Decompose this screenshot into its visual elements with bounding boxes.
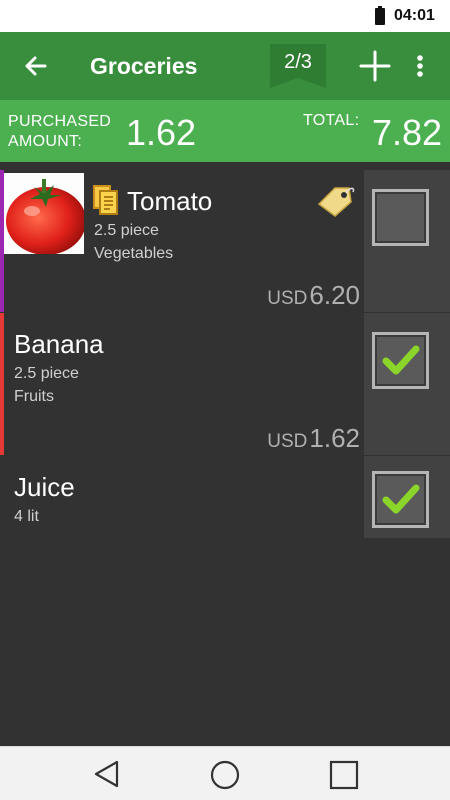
system-navigation-bar [0, 746, 450, 800]
item-quantity: 2.5 piece [14, 365, 79, 382]
item-quantity: 2.5 piece [94, 222, 159, 239]
list-item-tomato[interactable]: Tomato 2.5 piece Vegetables USD6.20 [0, 170, 450, 312]
nav-recents-icon[interactable] [329, 760, 359, 790]
status-bar: 04:01 [0, 0, 450, 32]
price-value: 6.20 [309, 280, 360, 310]
checkbox-cell [364, 313, 450, 455]
item-category: Fruits [14, 388, 54, 405]
total-value: 7.82 [372, 112, 443, 153]
add-item-icon[interactable] [357, 48, 393, 84]
battery-icon [375, 6, 385, 25]
item-category: Vegetables [94, 245, 174, 262]
purchased-checkbox[interactable] [372, 471, 429, 528]
nav-back-icon[interactable] [92, 759, 122, 789]
purchased-checkbox[interactable] [372, 332, 429, 389]
price-tag-icon[interactable] [315, 184, 355, 218]
price-currency: USD [267, 288, 308, 309]
list-item-banana[interactable]: Banana 2.5 piece Fruits USD1.62 [0, 313, 450, 455]
status-time: 04:01 [394, 7, 435, 24]
purchased-checkbox[interactable] [372, 189, 429, 246]
item-price: USD6.20 [267, 280, 360, 311]
page-indicator-badge[interactable]: 2/3 [270, 44, 326, 88]
item-quantity: 4 lit [14, 508, 39, 525]
checkbox-cell [364, 456, 450, 538]
tomato-image [4, 173, 84, 254]
totals-summary-bar: PURCHASED AMOUNT: 1.62 TOTAL: 7.82 [0, 100, 450, 162]
nav-home-icon[interactable] [209, 759, 241, 791]
purchased-amount-value: 1.62 [126, 112, 197, 153]
total-label: TOTAL: [303, 112, 360, 129]
checkbox-cell [364, 170, 450, 312]
item-name: Juice [14, 472, 75, 502]
item-name: Banana [14, 329, 104, 359]
list-title: Groceries [90, 53, 198, 79]
page-indicator-label: 2/3 [284, 51, 312, 73]
item-price: USD1.62 [267, 423, 360, 454]
price-currency: USD [267, 431, 308, 452]
check-mark-icon [382, 345, 420, 375]
category-color-stripe [0, 313, 4, 455]
app-toolbar: Groceries 2/3 [0, 32, 450, 100]
check-mark-icon [382, 484, 420, 514]
back-arrow-icon[interactable] [18, 48, 54, 84]
price-value: 1.62 [309, 423, 360, 453]
item-name: Tomato [127, 186, 213, 216]
note-icon[interactable] [93, 185, 119, 215]
more-options-icon[interactable] [408, 48, 432, 84]
purchased-amount-label: PURCHASED AMOUNT: [8, 113, 112, 150]
list-item-juice[interactable]: Juice 4 lit [0, 456, 450, 538]
